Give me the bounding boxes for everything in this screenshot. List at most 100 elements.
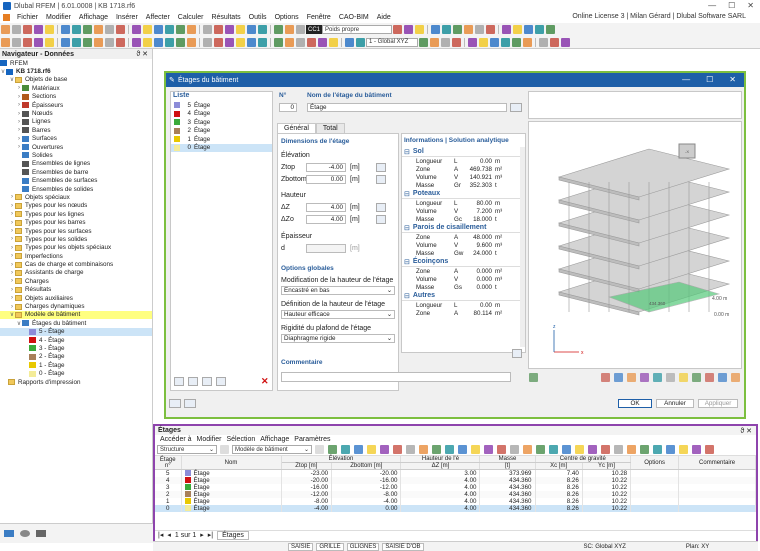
- preview-tool-icon[interactable]: [679, 372, 688, 382]
- load-case-select[interactable]: Poids propre: [322, 25, 393, 34]
- toolbar-tool-icon[interactable]: [61, 25, 70, 34]
- tree-item[interactable]: 4 - Étage: [0, 336, 152, 344]
- table-tool-icon[interactable]: [666, 445, 675, 454]
- collapse-icon[interactable]: ⊟: [404, 292, 410, 300]
- toolbar-tool-icon[interactable]: [1, 37, 10, 47]
- tree-item[interactable]: › Types pour les objets spéciaux: [0, 244, 152, 252]
- toolbar-tool-icon[interactable]: [535, 25, 545, 34]
- table-menu-item[interactable]: Modifier: [197, 436, 222, 443]
- toolbar-tool-icon[interactable]: [23, 37, 32, 47]
- tree-item[interactable]: Ensembles de barre: [0, 168, 152, 176]
- toolbar-tool-icon[interactable]: [501, 37, 510, 47]
- toolbar-tool-icon[interactable]: [419, 37, 428, 47]
- menu-item-10[interactable]: CAO-BIM: [338, 14, 370, 21]
- toolbar-tool-icon[interactable]: [404, 25, 414, 34]
- dialog-minimize-icon[interactable]: —: [682, 75, 690, 84]
- toolbar-tool-icon[interactable]: [214, 37, 223, 47]
- table-tool-icon[interactable]: [484, 445, 493, 454]
- toolbar-tool-icon[interactable]: [452, 37, 461, 47]
- toolbar-tool-icon[interactable]: [274, 37, 283, 47]
- preview-tool-icon[interactable]: [692, 372, 701, 382]
- table-tool-icon[interactable]: [562, 445, 571, 454]
- table-tool-icon[interactable]: [627, 445, 636, 454]
- tree-item[interactable]: › Types pour les surfaces: [0, 227, 152, 235]
- cancel-button[interactable]: Annuler: [656, 399, 694, 408]
- info-section-header[interactable]: ⊟ Poteaux: [402, 189, 525, 199]
- comment-field[interactable]: [281, 372, 511, 382]
- toolbar-tool-icon[interactable]: [274, 25, 283, 34]
- table-menu-item[interactable]: Affichage: [260, 436, 289, 443]
- tree-item[interactable]: ∨ Modèle de bâtiment: [0, 310, 152, 320]
- table-tool-icon[interactable]: [471, 445, 480, 454]
- list-tool-icon[interactable]: [202, 377, 212, 386]
- data-tab-icon[interactable]: [4, 530, 14, 537]
- menu-item-3[interactable]: Insérer: [115, 14, 139, 21]
- tree-item[interactable]: › Charges dynamiques: [0, 302, 152, 310]
- maximize-icon[interactable]: ☐: [728, 1, 735, 10]
- ztop-field[interactable]: -4.00: [306, 163, 346, 172]
- dz-field[interactable]: 4.00: [306, 203, 346, 212]
- prev-icon[interactable]: [220, 445, 229, 454]
- toolbar-tool-icon[interactable]: [430, 37, 439, 47]
- toolbar-tool-icon[interactable]: [546, 25, 556, 34]
- toolbar-tool-icon[interactable]: [203, 37, 212, 47]
- tree-item[interactable]: 1 - Étage: [0, 361, 152, 369]
- preview-tool-icon[interactable]: [640, 372, 649, 382]
- table-row[interactable]: 3 Étage -16.00 -12.00 4.00 434.360 8.26 10.22: [155, 484, 756, 491]
- toolbar-tool-icon[interactable]: [513, 25, 523, 34]
- tree-item[interactable]: › Types pour les lignes: [0, 210, 152, 218]
- tree-item[interactable]: ∨ Objets de base: [0, 76, 152, 84]
- menu-item-2[interactable]: Affichage: [78, 14, 109, 21]
- story-list-item[interactable]: 3 Étage: [171, 118, 272, 127]
- tree-item[interactable]: 3 - Étage: [0, 344, 152, 352]
- tab-1[interactable]: Total: [315, 123, 345, 133]
- preview-tool-icon[interactable]: [614, 372, 623, 382]
- last-page-icon[interactable]: ▸|: [208, 531, 213, 539]
- ok-button[interactable]: OK: [618, 399, 652, 408]
- table-row[interactable]: 2 Étage -12.00 -8.00 4.00 434.360 8.26 10.22: [155, 491, 756, 498]
- pick-zbottom-icon[interactable]: [376, 175, 386, 184]
- story-list-item[interactable]: 1 Étage: [171, 135, 272, 144]
- tree-item[interactable]: › Types pour les barres: [0, 218, 152, 226]
- toolbar-tool-icon[interactable]: [236, 37, 245, 47]
- toolbar-tool-icon[interactable]: [345, 37, 354, 47]
- info-section-header[interactable]: ⊟ Écoinçons: [402, 257, 525, 267]
- tree-item[interactable]: Rapports d'impression: [0, 378, 152, 386]
- toolbar-tool-icon[interactable]: [12, 37, 21, 47]
- tree-file[interactable]: v KB 1718.rf6: [0, 67, 152, 75]
- prev-page-icon[interactable]: ◂: [167, 531, 171, 539]
- first-page-icon[interactable]: |◂: [158, 531, 163, 539]
- toolbar-tool-icon[interactable]: [143, 37, 152, 47]
- toolbar-tool-icon[interactable]: [285, 25, 294, 34]
- tree-item[interactable]: ∨ Étages du bâtiment: [0, 319, 152, 327]
- info-section-header[interactable]: ⊟ Parois de cisaillement: [402, 223, 525, 233]
- info-section-header[interactable]: ⊟ Sol: [402, 147, 525, 157]
- toolbar-tool-icon[interactable]: [475, 25, 485, 34]
- tree-item[interactable]: › Barres: [0, 126, 152, 134]
- toolbar-tool-icon[interactable]: [523, 37, 532, 47]
- tree-item[interactable]: Ensembles de lignes: [0, 160, 152, 168]
- table-tool-icon[interactable]: [497, 445, 506, 454]
- table-tool-icon[interactable]: [380, 445, 389, 454]
- table-tool-icon[interactable]: [419, 445, 428, 454]
- modification-select[interactable]: Encastré en bas ⌄: [281, 286, 395, 295]
- 3d-preview[interactable]: -X x z 4.00 m 434.360 0.00 m: [528, 121, 742, 369]
- new-item-icon[interactable]: [174, 377, 184, 386]
- table-tool-icon[interactable]: [432, 445, 441, 454]
- toolbar-tool-icon[interactable]: [165, 37, 174, 47]
- toolbar-tool-icon[interactable]: [94, 25, 103, 34]
- table-row[interactable]: 0 Étage -4.00 0.00 4.00 434.360 8.26 10.22: [155, 505, 756, 512]
- toolbar-tool-icon[interactable]: [132, 25, 141, 34]
- toolbar-tool-icon[interactable]: [94, 37, 103, 47]
- toolbar-tool-icon[interactable]: [490, 37, 499, 47]
- zbottom-field[interactable]: 0.00: [306, 175, 346, 184]
- pick-dz-icon[interactable]: [376, 203, 386, 212]
- toolbar-tool-icon[interactable]: [524, 25, 534, 34]
- toolbar-tool-icon[interactable]: [464, 25, 474, 34]
- toolbar-tool-icon[interactable]: [285, 37, 294, 47]
- list-tool2-icon[interactable]: [216, 377, 226, 386]
- status-toggle[interactable]: GLIGNES: [346, 542, 380, 551]
- definition-select[interactable]: Hauteur efficace ⌄: [281, 310, 395, 319]
- toolbar-tool-icon[interactable]: [34, 25, 43, 34]
- table-tool-icon[interactable]: [601, 445, 610, 454]
